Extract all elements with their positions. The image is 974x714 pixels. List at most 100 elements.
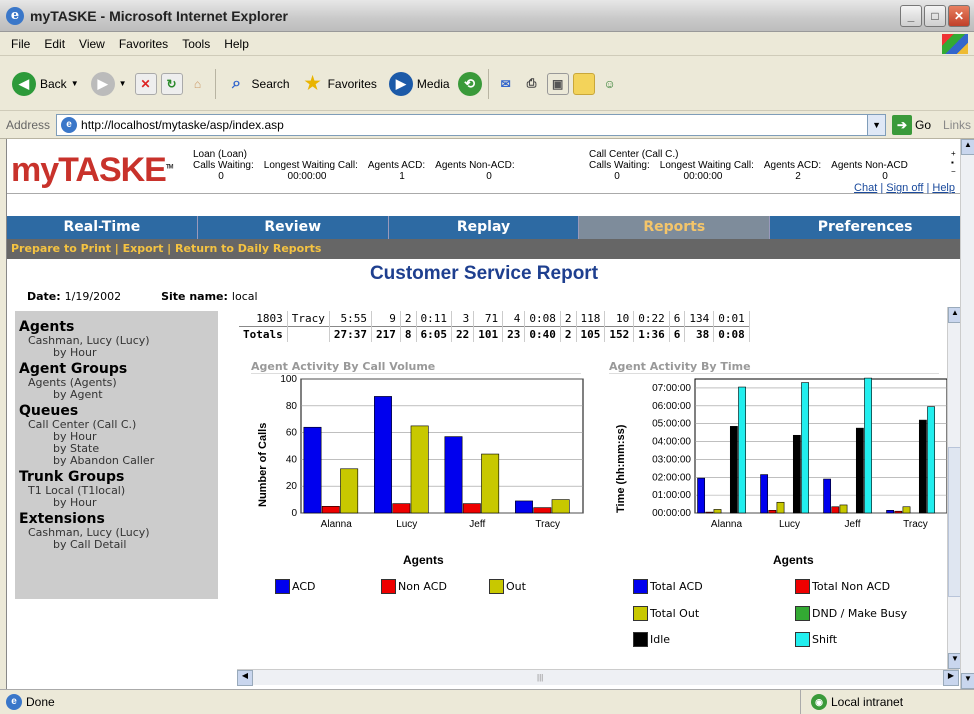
- page-vertical-scrollbar[interactable]: ▲ ▼: [960, 139, 974, 689]
- report-meta: Date: 1/19/2002 Site name: local: [27, 290, 258, 303]
- scroll-down-icon[interactable]: ▼: [948, 653, 960, 669]
- scroll-left-icon[interactable]: ◀: [237, 670, 253, 686]
- chart2-title: Agent Activity By Time: [609, 360, 939, 374]
- menu-tools[interactable]: Tools: [175, 37, 217, 51]
- home-icon[interactable]: ⌂: [187, 73, 209, 95]
- scroll-right-icon[interactable]: ▶: [943, 670, 959, 686]
- help-link[interactable]: Help: [932, 182, 955, 194]
- discuss-icon[interactable]: [572, 72, 595, 95]
- volume-bar-non-acd-tracy: [533, 507, 552, 514]
- legend-total-out: Total Out: [633, 606, 699, 621]
- sidebar-item-queue[interactable]: Call Center (Call C.): [19, 419, 214, 431]
- report-content: 1803 Tracy 5:55 9 2 0:11 3 71 4 0:08 2 118 10 0:22 6 13…: [223, 307, 959, 677]
- favorites-button[interactable]: ★ Favorites: [298, 70, 381, 98]
- legend-shift: Shift: [795, 632, 837, 647]
- legend-out: Out: [489, 579, 526, 594]
- volume-ytick-label: 100: [280, 374, 297, 385]
- time-bar-total-out-jeff: [839, 504, 848, 514]
- report-actions[interactable]: Prepare to Print | Export | Return to Da…: [7, 239, 960, 259]
- volume-bar-acd-tracy: [515, 500, 533, 514]
- maximize-button[interactable]: □: [924, 5, 946, 27]
- legend-total-non-acd: Total Non ACD: [795, 579, 890, 594]
- address-dropdown-icon[interactable]: ▼: [867, 114, 886, 135]
- tab-real-time[interactable]: Real-Time: [7, 216, 198, 239]
- menu-favorites[interactable]: Favorites: [112, 37, 175, 51]
- window-title: myTASKE - Microsoft Internet Explorer: [30, 7, 289, 24]
- scroll-thumb[interactable]: [948, 447, 960, 597]
- time-bar-total-non-acd-lucy: [768, 510, 777, 514]
- time-ytick-label: 03:00:00: [652, 454, 691, 465]
- mail-icon[interactable]: ✉: [495, 73, 517, 95]
- back-button[interactable]: ◀ Back ▼: [8, 69, 83, 99]
- volume-bar-acd-jeff: [444, 436, 463, 514]
- report-sidebar: Agents Cashman, Lucy (Lucy) by Hour Agen…: [15, 311, 218, 599]
- stop-icon[interactable]: ✕: [134, 72, 157, 95]
- security-zone: ◉ Local intranet: [800, 690, 903, 714]
- sidebar-item-by-hour[interactable]: by Hour: [19, 347, 214, 359]
- volume-bar-non-acd-jeff: [462, 503, 481, 514]
- chat-link[interactable]: Chat: [854, 182, 877, 194]
- sidebar-item-queue-by-hour[interactable]: by Hour: [19, 431, 214, 443]
- time-bar-shift-jeff: [864, 377, 872, 514]
- legend-total-acd: Total ACD: [633, 579, 703, 594]
- minimize-button[interactable]: _: [900, 5, 922, 27]
- menu-view[interactable]: View: [72, 37, 112, 51]
- volume-ytick-label: 80: [286, 401, 298, 412]
- time-ytick-label: 07:00:00: [652, 383, 691, 394]
- time-bar-shift-alanna: [738, 386, 746, 514]
- volume-ytick-label: 40: [286, 454, 298, 465]
- time-xtick-label: Lucy: [779, 519, 800, 530]
- menu-bar: File Edit View Favorites Tools Help: [0, 32, 974, 56]
- status-text: Done: [26, 694, 55, 709]
- content-horizontal-scrollbar[interactable]: ◀ ||| ▶: [237, 669, 959, 686]
- volume-bar-acd-lucy: [374, 396, 392, 514]
- tab-preferences[interactable]: Preferences: [770, 216, 960, 239]
- sidebar-item-queue-by-abandon[interactable]: by Abandon Caller: [19, 455, 214, 467]
- menu-help[interactable]: Help: [217, 37, 256, 51]
- forward-button[interactable]: ▶ ▼: [87, 69, 131, 99]
- go-button[interactable]: ➔ Go: [892, 114, 931, 135]
- sidebar-group-trunk-groups: Trunk Groups: [19, 469, 125, 485]
- time-bar-total-acd-lucy: [760, 474, 769, 514]
- sidebar-item-agent[interactable]: Cashman, Lucy (Lucy): [19, 335, 214, 347]
- history-icon[interactable]: ⟲: [457, 71, 482, 96]
- refresh-icon[interactable]: ↻: [160, 72, 183, 95]
- page-icon: e: [61, 116, 78, 133]
- menu-edit[interactable]: Edit: [37, 37, 72, 51]
- sidebar-item-trunk-by-hour[interactable]: by Hour: [19, 497, 214, 509]
- time-bar-total-non-acd-jeff: [831, 506, 840, 514]
- page-scroll-up-icon[interactable]: ▲: [961, 139, 974, 155]
- sidebar-item-agent-group[interactable]: Agents (Agents): [19, 377, 214, 389]
- time-bar-idle-alanna: [729, 426, 738, 514]
- back-arrow-icon: ◀: [12, 71, 36, 96]
- expand-collapse-icon[interactable]: + ▪ −: [951, 149, 959, 176]
- media-icon: ▶: [388, 71, 413, 96]
- page-scroll-down-icon[interactable]: ▼: [961, 673, 974, 689]
- media-button[interactable]: ▶ Media: [385, 69, 454, 99]
- time-ytick-label: 00:00:00: [652, 508, 691, 519]
- time-ytick-label: 01:00:00: [652, 490, 691, 501]
- print-icon[interactable]: ⎙: [521, 73, 543, 95]
- tab-review[interactable]: Review: [198, 216, 389, 239]
- address-input[interactable]: e http://localhost/mytaske/asp/index.asp…: [56, 113, 887, 136]
- edit-icon[interactable]: ▣: [546, 72, 569, 95]
- sidebar-item-call-detail[interactable]: by Call Detail: [19, 539, 214, 551]
- scroll-up-icon[interactable]: ▲: [948, 307, 960, 323]
- search-button[interactable]: ⌕ Search: [222, 70, 294, 98]
- volume-xtick-label: Lucy: [396, 519, 417, 530]
- volume-bar-acd-alanna: [303, 426, 322, 514]
- menu-file[interactable]: File: [4, 37, 37, 51]
- links-button[interactable]: Links: [943, 118, 971, 132]
- windows-logo-icon: [942, 34, 968, 54]
- report-table: 1803 Tracy 5:55 9 2 0:11 3 71 4 0:08 2 118 10 0:22 6 13…: [239, 311, 750, 342]
- messenger-icon[interactable]: ☺: [599, 73, 621, 95]
- time-ytick-label: 06:00:00: [652, 401, 691, 412]
- sidebar-item-trunk[interactable]: T1 Local (T1local): [19, 485, 214, 497]
- page-viewport: myTASKETM Loan (Loan) Calls Waiting: Long…: [6, 139, 960, 689]
- content-vertical-scrollbar[interactable]: ▲ ▼: [947, 307, 960, 669]
- sidebar-item-by-agent[interactable]: by Agent: [19, 389, 214, 401]
- signoff-link[interactable]: Sign off: [886, 182, 923, 194]
- close-button[interactable]: ✕: [948, 5, 970, 27]
- tab-replay[interactable]: Replay: [389, 216, 580, 239]
- tab-reports[interactable]: Reports: [579, 216, 771, 239]
